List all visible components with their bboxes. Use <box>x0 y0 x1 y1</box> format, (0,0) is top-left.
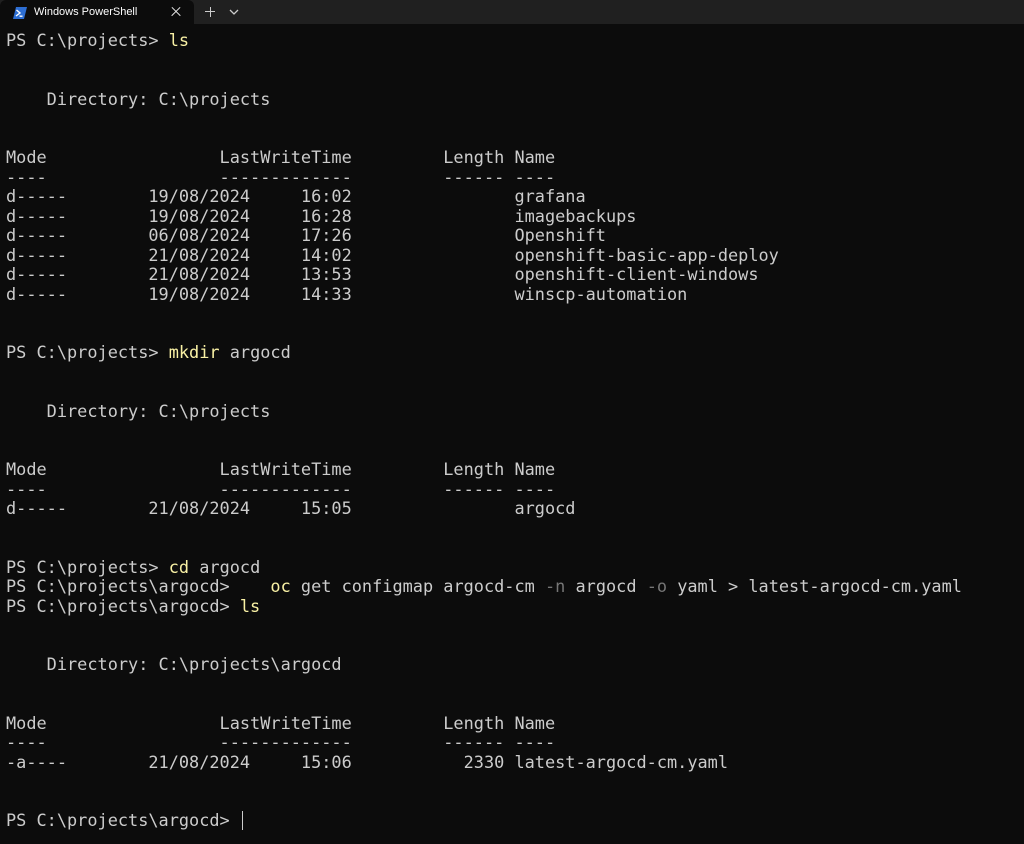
terminal-line: ---- ------------- ------ ---- <box>6 166 556 187</box>
terminal-line: Directory: C:\projects <box>6 400 271 421</box>
terminal-line: d----- 21/08/2024 15:05 argocd <box>6 498 576 518</box>
command-args: argocd <box>565 576 647 596</box>
terminal-line: d----- 21/08/2024 14:02 openshift-basic-… <box>6 244 779 265</box>
command-args: argocd <box>189 556 261 577</box>
powershell-icon <box>13 5 27 19</box>
command-parameter: -n <box>544 576 566 596</box>
terminal-line: PS C:\projects\argocd> oc get configmap … <box>6 576 1018 597</box>
terminal-line: d----- 19/08/2024 16:02 grafana <box>6 186 586 206</box>
prompt: PS C:\projects> <box>6 556 169 577</box>
terminal-line: Mode LastWriteTime Length Name <box>6 459 556 479</box>
terminal-line: ---- ------------- ------ ---- <box>6 478 556 499</box>
tab-title: Windows PowerShell <box>34 6 138 18</box>
terminal-line: PS C:\projects\argocd> <box>6 810 1018 831</box>
prompt: PS C:\projects\argocd> <box>6 576 271 596</box>
close-icon[interactable] <box>168 4 184 20</box>
terminal-line: PS C:\projects> mkdir argocd <box>6 342 1018 363</box>
tab-windows-powershell[interactable]: Windows PowerShell <box>0 0 194 24</box>
terminal-line: d----- 21/08/2024 13:53 openshift-client… <box>6 264 759 284</box>
terminal-output[interactable]: PS C:\projects> ls Directory: C:\project… <box>6 31 1018 837</box>
command: mkdir <box>168 342 220 362</box>
terminal-line: ---- ------------- ------ ---- <box>6 732 556 752</box>
terminal-line: d----- 06/08/2024 17:26 Openshift <box>6 225 606 245</box>
command-parameter: -o <box>646 576 668 596</box>
command: cd <box>168 556 190 577</box>
terminal-line: PS C:\projects\argocd> ls <box>6 595 1018 617</box>
command-args: argocd <box>219 342 291 362</box>
terminal-line: d----- 19/08/2024 14:33 winscp-automatio… <box>6 283 688 304</box>
prompt: PS C:\projects> <box>6 342 169 362</box>
plus-icon[interactable] <box>202 4 218 20</box>
tab-bar: Windows PowerShell <box>0 0 1024 24</box>
terminal-line: PS C:\projects> ls <box>6 31 1018 51</box>
terminal-line: Directory: C:\projects <box>6 88 271 109</box>
chevron-down-icon[interactable] <box>226 4 242 20</box>
terminal-line: Mode LastWriteTime Length Name <box>6 147 556 167</box>
terminal-line: PS C:\projects> cd argocd <box>6 556 1018 578</box>
command-args: yaml > latest-argocd-cm.yaml <box>667 576 962 596</box>
terminal-line: Directory: C:\projects\argocd <box>6 654 342 674</box>
terminal-line: d----- 19/08/2024 16:28 imagebackups <box>6 205 637 226</box>
text-cursor <box>241 811 244 830</box>
command: ls <box>168 31 190 50</box>
terminal-line: -a---- 21/08/2024 15:06 2330 latest-argo… <box>6 751 729 772</box>
prompt: PS C:\projects\argocd> <box>6 810 240 830</box>
terminal-line: Mode LastWriteTime Length Name <box>6 712 556 733</box>
command: oc <box>270 576 291 596</box>
command: ls <box>239 595 261 616</box>
prompt: PS C:\projects> <box>6 31 169 50</box>
command-args: get configmap argocd-cm <box>290 576 545 596</box>
prompt: PS C:\projects\argocd> <box>6 595 240 616</box>
